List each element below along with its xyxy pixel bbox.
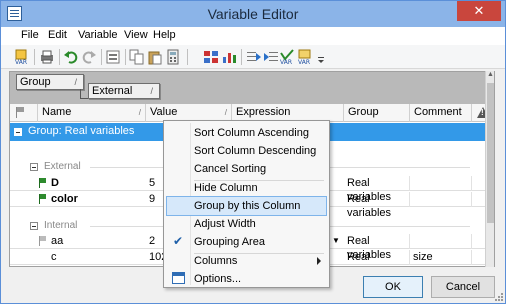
menu-edit[interactable]: Edit bbox=[48, 29, 67, 41]
cancel-button[interactable]: Cancel bbox=[431, 276, 495, 298]
toolbar-separator bbox=[101, 49, 102, 65]
new-variable-icon[interactable]: VAR bbox=[14, 49, 30, 66]
grouping-area[interactable]: Group / External / bbox=[10, 72, 494, 104]
toolbar: VAR VAR VAR bbox=[1, 45, 505, 69]
cell-group[interactable]: Real variables bbox=[344, 250, 410, 266]
column-header-group[interactable]: Group bbox=[344, 104, 410, 122]
cell-group[interactable]: Real variables bbox=[344, 192, 410, 219]
chip-connector bbox=[80, 89, 88, 99]
menu-file[interactable]: File bbox=[21, 29, 39, 41]
toolbar-separator bbox=[34, 49, 35, 65]
cell-name[interactable]: aa bbox=[48, 234, 146, 249]
menu-view[interactable]: View bbox=[124, 29, 148, 41]
toolbar-separator bbox=[187, 49, 188, 65]
options-icon bbox=[172, 272, 185, 284]
vertical-scrollbar[interactable]: ▲ bbox=[485, 71, 494, 267]
svg-text:VAR: VAR bbox=[15, 59, 27, 65]
calculator-icon[interactable] bbox=[165, 49, 181, 65]
variable-icon[interactable]: VAR bbox=[279, 49, 295, 66]
flag-icon bbox=[39, 178, 47, 188]
group-chip-group[interactable]: Group / bbox=[16, 74, 84, 90]
menu-item-hide-column[interactable]: Hide Column bbox=[166, 178, 327, 198]
column-header-comment[interactable]: Comment bbox=[410, 104, 472, 122]
cell-comment[interactable]: size bbox=[410, 250, 472, 265]
menu-item-sort-descending[interactable]: Sort Column Descending bbox=[166, 141, 327, 161]
chart-icon[interactable] bbox=[221, 49, 237, 65]
cell-comment[interactable] bbox=[410, 176, 472, 191]
toolbar-separator bbox=[125, 49, 126, 65]
group-chip-external[interactable]: External / bbox=[88, 83, 160, 99]
column-header-name[interactable]: Name / bbox=[38, 104, 146, 122]
toolbar-separator bbox=[59, 49, 60, 65]
cell-group[interactable]: Real variables bbox=[344, 176, 410, 203]
checkmark-icon: ✔ bbox=[172, 234, 184, 248]
collapse-icon[interactable] bbox=[30, 222, 38, 230]
flag-column-header[interactable] bbox=[10, 104, 38, 122]
menu-item-adjust-width[interactable]: Adjust Width bbox=[166, 214, 327, 234]
menu-help[interactable]: Help bbox=[153, 29, 176, 41]
cell-group[interactable]: Real variables bbox=[344, 234, 410, 261]
ok-button[interactable]: OK bbox=[363, 276, 423, 298]
chevron-down-icon[interactable]: ▼ bbox=[330, 234, 342, 249]
cell-name[interactable]: c bbox=[48, 250, 146, 265]
menu-item-columns[interactable]: Columns bbox=[166, 251, 327, 271]
cell-name[interactable]: D bbox=[48, 176, 146, 191]
export-icon[interactable] bbox=[263, 49, 279, 65]
import-icon[interactable] bbox=[246, 49, 262, 65]
menu-variable[interactable]: Variable bbox=[78, 29, 118, 41]
menu-bar: File Edit Variable View Help bbox=[1, 27, 505, 45]
grid-icon[interactable] bbox=[203, 49, 219, 65]
resize-grip-icon[interactable] bbox=[493, 291, 503, 301]
variable-icon[interactable]: VAR bbox=[297, 49, 313, 66]
menu-item-group-by-column[interactable]: Group by this Column bbox=[166, 196, 327, 216]
menu-item-grouping-area[interactable]: ✔ Grouping Area bbox=[166, 232, 327, 252]
collapse-icon[interactable] bbox=[14, 128, 22, 136]
title-bar[interactable]: Variable Editor ✕ bbox=[1, 1, 505, 27]
undo-icon[interactable] bbox=[63, 49, 79, 65]
svg-text:VAR: VAR bbox=[298, 59, 310, 65]
collapse-icon[interactable] bbox=[30, 163, 38, 171]
toolbar-separator bbox=[241, 49, 242, 65]
flag-icon bbox=[39, 236, 47, 246]
cell-comment[interactable] bbox=[410, 192, 472, 207]
svg-text:VAR: VAR bbox=[280, 59, 292, 65]
flag-icon bbox=[39, 194, 47, 204]
scrollbar-thumb[interactable] bbox=[487, 83, 494, 223]
submenu-arrow-icon bbox=[317, 257, 321, 265]
redo-icon[interactable] bbox=[81, 49, 97, 65]
column-context-menu: Sort Column Ascending Sort Column Descen… bbox=[163, 120, 330, 288]
copy-icon[interactable] bbox=[129, 49, 145, 65]
menu-item-sort-ascending[interactable]: Sort Column Ascending bbox=[166, 123, 327, 143]
expression-icon[interactable] bbox=[105, 49, 121, 65]
cell-name[interactable]: color bbox=[48, 192, 146, 207]
dropdown-icon[interactable] bbox=[316, 49, 332, 65]
menu-item-options[interactable]: Options... bbox=[166, 269, 327, 289]
scroll-up-icon[interactable]: ▲ bbox=[486, 71, 495, 81]
variable-editor-window: Variable Editor ✕ File Edit Variable Vie… bbox=[0, 0, 506, 304]
flag-icon bbox=[16, 107, 26, 118]
print-icon[interactable] bbox=[39, 49, 55, 65]
paste-icon[interactable] bbox=[147, 49, 163, 65]
close-button[interactable]: ✕ bbox=[457, 1, 501, 21]
cell-comment[interactable] bbox=[410, 234, 472, 249]
menu-item-cancel-sorting[interactable]: Cancel Sorting bbox=[166, 159, 327, 179]
window-title: Variable Editor bbox=[207, 6, 299, 22]
